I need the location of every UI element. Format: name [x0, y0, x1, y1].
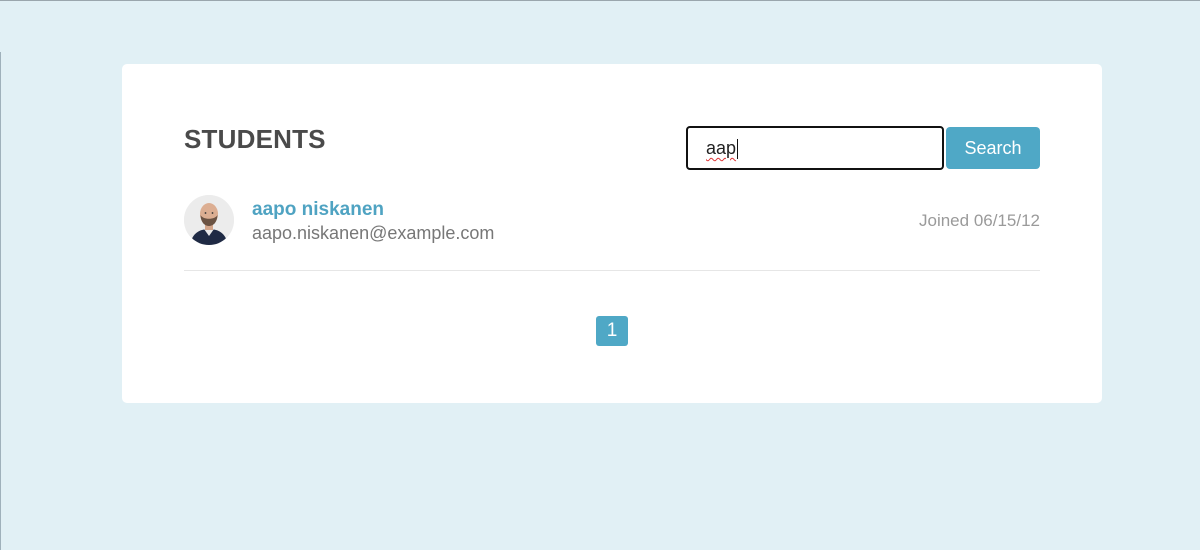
text-caret [737, 139, 739, 160]
pagination: 1 [596, 316, 628, 346]
search-input-value: aap [706, 138, 737, 158]
user-avatar-icon [184, 195, 234, 245]
search-button[interactable]: Search [946, 127, 1040, 169]
student-row: aapo niskanen aapo.niskanen@example.com … [184, 194, 1040, 271]
page-title: STUDENTS [184, 124, 326, 154]
student-email: aapo.niskanen@example.com [252, 223, 495, 243]
page-1-button[interactable]: 1 [596, 316, 628, 346]
search-form: aap Search [686, 126, 1040, 170]
window-top-border [0, 0, 1200, 1]
avatar[interactable] [184, 195, 234, 245]
search-input[interactable]: aap [686, 126, 944, 170]
window-left-border [0, 52, 1, 550]
student-joined-date: Joined 06/15/12 [919, 211, 1040, 230]
student-name-link[interactable]: aapo niskanen [252, 199, 384, 221]
students-card: STUDENTS aap Search aapo niskanen aapo.n… [122, 64, 1102, 403]
